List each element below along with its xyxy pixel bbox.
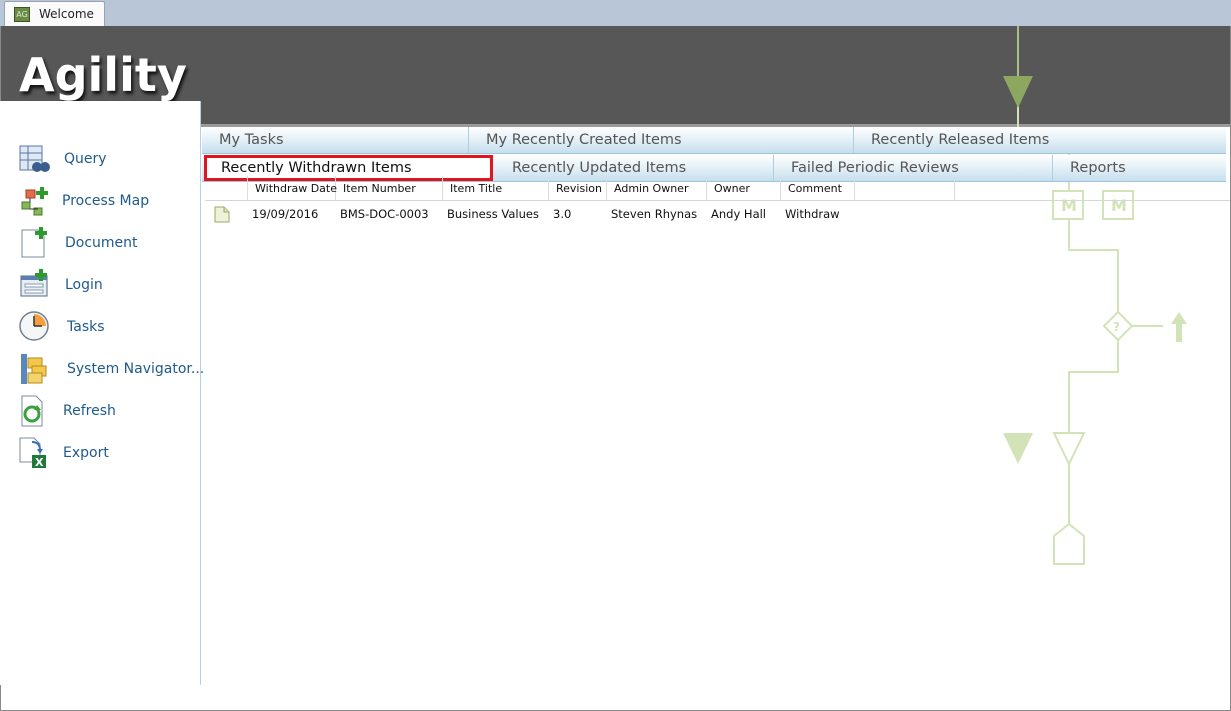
- tab-my-recently-created-items[interactable]: My Recently Created Items: [469, 127, 854, 153]
- app-logo: Agility: [19, 48, 187, 102]
- column-header-withdraw-date[interactable]: Withdraw Date: [248, 176, 337, 200]
- sidebar-item-query-label: Query: [64, 151, 107, 167]
- cell-owner: Andy Hall: [711, 207, 767, 221]
- agility-app-icon: AG: [14, 6, 30, 22]
- sidebar-item-login-label: Login: [65, 277, 103, 293]
- sidebar-item-query[interactable]: Query: [18, 139, 107, 179]
- column-header-revision[interactable]: Revision: [549, 176, 607, 200]
- sidebar-item-export[interactable]: X Export: [18, 433, 109, 473]
- sidebar-item-document-label: Document: [65, 235, 138, 251]
- cell-revision: 3.0: [553, 207, 572, 221]
- sidebar: Query Process Map Document Login Tasks S…: [0, 101, 204, 685]
- sidebar-item-document[interactable]: Document: [18, 223, 138, 263]
- new-document-icon: [21, 227, 47, 258]
- sidebar-item-system-navigator[interactable]: System Navigator...: [18, 349, 204, 389]
- document-icon: [214, 206, 230, 223]
- column-header-item-title[interactable]: Item Title: [443, 176, 549, 200]
- sidebar-item-refresh[interactable]: Refresh: [18, 391, 116, 431]
- grid-header: Withdraw Date Item Number Item Title Rev…: [205, 176, 1230, 201]
- column-header-comment[interactable]: Comment: [781, 176, 855, 200]
- sidebar-item-tasks[interactable]: Tasks: [18, 307, 105, 347]
- column-header-item-number[interactable]: Item Number: [336, 176, 443, 200]
- sidebar-item-process-map-label: Process Map: [62, 193, 150, 209]
- svg-text:X: X: [35, 456, 44, 469]
- folders-icon: [21, 354, 47, 384]
- cell-item-title: Business Values: [447, 207, 539, 221]
- clock-icon: [19, 311, 49, 341]
- binoculars-icon: [19, 145, 50, 172]
- column-header-admin-owner[interactable]: Admin Owner: [607, 176, 707, 200]
- sidebar-item-export-label: Export: [63, 445, 109, 461]
- column-header-icon: [205, 176, 248, 200]
- cell-comment: Withdraw: [785, 207, 840, 221]
- sidebar-item-refresh-label: Refresh: [63, 403, 116, 419]
- excel-export-icon: X: [19, 437, 46, 469]
- table-row[interactable]: 19/09/2016 BMS-DOC-0003 Business Values …: [205, 201, 1230, 227]
- process-map-icon: [21, 187, 48, 216]
- refresh-icon: [21, 395, 43, 427]
- tab-row-1: My Tasks My Recently Created Items Recen…: [202, 127, 1226, 154]
- login-form-icon: [20, 269, 48, 297]
- tab-welcome-label: Welcome: [39, 7, 94, 21]
- tab-my-tasks[interactable]: My Tasks: [202, 127, 469, 153]
- sidebar-item-login[interactable]: Login: [18, 265, 103, 305]
- cell-admin-owner: Steven Rhynas: [611, 207, 698, 221]
- tab-recently-released-items[interactable]: Recently Released Items: [854, 127, 1226, 153]
- cell-withdraw-date: 19/09/2016: [252, 207, 319, 221]
- sidebar-item-tasks-label: Tasks: [67, 319, 105, 335]
- cell-item-number: BMS-DOC-0003: [340, 207, 429, 221]
- window-tab-strip: AG Welcome: [0, 0, 1231, 26]
- column-header-owner[interactable]: Owner: [707, 176, 781, 200]
- sidebar-item-system-navigator-label: System Navigator...: [67, 361, 205, 377]
- column-header-filler: [855, 176, 955, 200]
- tab-welcome[interactable]: AG Welcome: [4, 1, 105, 26]
- sidebar-item-process-map[interactable]: Process Map: [18, 181, 149, 221]
- withdrawn-items-grid: Withdraw Date Item Number Item Title Rev…: [205, 176, 1230, 227]
